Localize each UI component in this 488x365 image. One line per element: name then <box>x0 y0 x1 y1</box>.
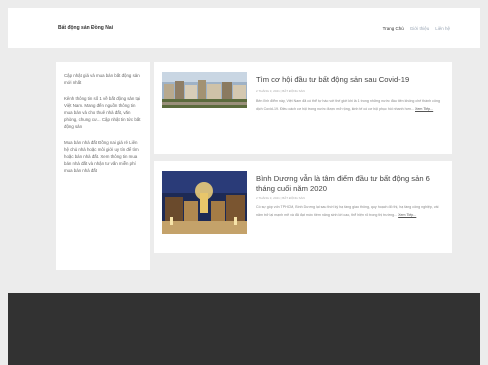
nav-item-home[interactable]: Trang Chủ <box>383 26 404 31</box>
post-list: Tìm cơ hội đầu tư bất động sản sau Covid… <box>154 62 452 260</box>
post-title[interactable]: Bình Dương vẫn là tâm điểm đầu tư bất độ… <box>256 174 446 193</box>
post-meta: 2 THÁNG 3, 2021 | BẤT ĐỘNG SẢN <box>256 89 305 93</box>
main-nav: Trang Chủ Giới thiệu Liên hệ <box>383 26 450 31</box>
post-excerpt-text: Bên lĩnh điểm này, Việt Nam đã có thể tự… <box>256 99 440 111</box>
site-title[interactable]: Bất động sản Đồng Nai <box>58 25 113 31</box>
read-more-link[interactable]: Xem Tiếp... <box>398 213 416 217</box>
main-content: Cập nhật giá và mua bán bất động sản mới… <box>8 48 480 293</box>
sidebar: Cập nhật giá và mua bán bất động sản mới… <box>56 62 150 270</box>
site-header: Bất động sản Đồng Nai Trang Chủ Giới thi… <box>8 8 480 48</box>
nav-item-contact[interactable]: Liên hệ <box>435 26 450 31</box>
post-meta: 2 THÁNG 3, 2021 | BẤT ĐỘNG SẢN <box>256 196 305 200</box>
post-excerpt: Có sự góp vốn TPHCM, Bình Dương lại sau … <box>256 204 446 220</box>
read-more-link[interactable]: Xem Tiếp... <box>415 107 433 111</box>
post-card: Bình Dương vẫn là tâm điểm đầu tư bất độ… <box>154 161 452 253</box>
post-thumbnail[interactable] <box>162 72 247 108</box>
site-footer <box>8 293 480 365</box>
sidebar-description: Mua bán nhà đất Đồng nai giá rẻ Liên hệ … <box>64 140 139 173</box>
sidebar-tagline: Cập nhật giá và mua bán bất động sản mới… <box>64 73 140 85</box>
sidebar-intro: Kênh thông tin số 1 về bất động sản tại … <box>64 96 141 129</box>
post-title[interactable]: Tìm cơ hội đầu tư bất động sản sau Covid… <box>256 75 446 85</box>
post-card: Tìm cơ hội đầu tư bất động sản sau Covid… <box>154 62 452 154</box>
post-excerpt: Bên lĩnh điểm này, Việt Nam đã có thể tự… <box>256 98 446 114</box>
nav-item-about[interactable]: Giới thiệu <box>410 26 429 31</box>
post-thumbnail[interactable] <box>162 171 247 234</box>
